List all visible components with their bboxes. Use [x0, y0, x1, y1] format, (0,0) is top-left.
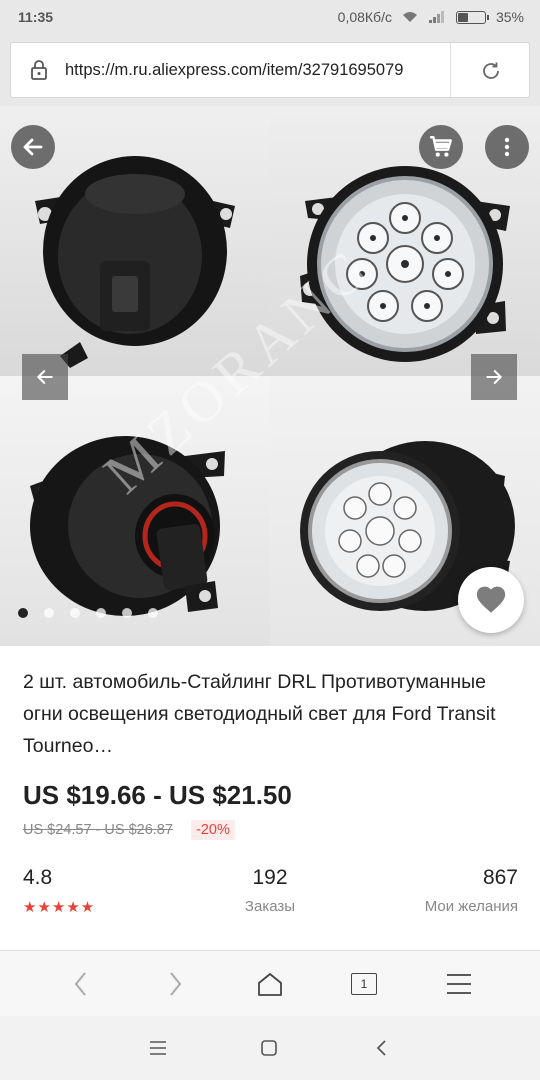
- url-field[interactable]: https://m.ru.aliexpress.com/item/3279169…: [10, 42, 530, 98]
- home-icon: [258, 973, 282, 996]
- chevron-left-icon: [376, 1040, 386, 1056]
- product-stats: 4.8 ★★★★★ 192 Заказы 867 Мои желания: [0, 864, 540, 924]
- menu-icon: [150, 1041, 166, 1055]
- heart-icon: [476, 586, 506, 613]
- cart-button[interactable]: [419, 125, 463, 169]
- pagination-dot[interactable]: [18, 608, 28, 618]
- pagination-dot[interactable]: [148, 608, 158, 618]
- arrow-right-icon: [486, 370, 502, 384]
- browser-forward-button[interactable]: [157, 966, 193, 1002]
- arrow-left-icon: [23, 138, 43, 156]
- browser-menu-button[interactable]: [441, 966, 477, 1002]
- discount-badge: -20%: [191, 820, 235, 840]
- pagination-dot[interactable]: [44, 608, 54, 618]
- next-image-button[interactable]: [471, 354, 517, 400]
- address-bar: https://m.ru.aliexpress.com/item/3279169…: [0, 34, 540, 106]
- back-button[interactable]: [11, 125, 55, 169]
- gallery-pagination: [18, 608, 158, 618]
- shopping-cart-icon: [430, 136, 452, 157]
- url-divider: [450, 43, 451, 97]
- system-back-button[interactable]: [370, 1036, 394, 1060]
- orders-count: 192: [252, 866, 288, 889]
- browser-toolbar: 1: [0, 950, 540, 1016]
- battery-icon: [455, 10, 489, 24]
- lock-icon: [31, 60, 47, 80]
- recent-apps-button[interactable]: [146, 1036, 170, 1060]
- arrow-left-icon: [37, 370, 53, 384]
- status-time: 11:35: [18, 9, 54, 25]
- product-title: 2 шт. автомобиль-Стайлинг DRL Противотум…: [23, 671, 496, 757]
- orders-label: Заказы: [244, 898, 296, 915]
- battery-percent: 35%: [495, 9, 524, 25]
- status-bar: 11:35 0,08Кб/с 35%: [0, 0, 540, 34]
- rating-value[interactable]: 4.8: [23, 866, 52, 890]
- hamburger-menu-icon: [447, 974, 471, 994]
- rating-stars[interactable]: ★★★★★: [23, 898, 95, 916]
- wishlist-count: 867: [482, 866, 518, 889]
- signal-icon: [428, 11, 444, 23]
- product-gallery[interactable]: MZORANG: [0, 106, 540, 646]
- chevron-right-icon: [170, 972, 182, 996]
- pagination-dot[interactable]: [70, 608, 80, 618]
- browser-home-button[interactable]: [252, 966, 288, 1002]
- previous-image-button[interactable]: [22, 354, 68, 400]
- more-vertical-icon: [504, 137, 510, 157]
- square-icon: [261, 1040, 277, 1056]
- pagination-dot[interactable]: [96, 608, 106, 618]
- wishlist-label: Мои желания: [424, 898, 518, 915]
- system-home-button[interactable]: [257, 1036, 281, 1060]
- network-speed: 0,08Кб/с: [337, 9, 392, 25]
- original-price: US $24.57 - US $26.87: [23, 822, 173, 838]
- reload-icon[interactable]: [479, 59, 503, 83]
- product-price: US $19.66 - US $21.50: [23, 780, 292, 810]
- url-text[interactable]: https://m.ru.aliexpress.com/item/3279169…: [65, 61, 441, 80]
- system-nav-bar: [0, 1016, 540, 1080]
- browser-back-button[interactable]: [63, 966, 99, 1002]
- chevron-left-icon: [74, 972, 86, 996]
- status-indicators: 0,08Кб/с 35%: [338, 9, 524, 25]
- more-options-button[interactable]: [485, 125, 529, 169]
- add-to-wishlist-button[interactable]: [458, 567, 524, 633]
- browser-tabs-button[interactable]: 1: [346, 966, 382, 1002]
- tab-count: 1: [351, 973, 377, 995]
- product-info: 2 шт. автомобиль-Стайлинг DRL Противотум…: [0, 646, 540, 950]
- pagination-dot[interactable]: [122, 608, 132, 618]
- wifi-icon: [402, 12, 417, 22]
